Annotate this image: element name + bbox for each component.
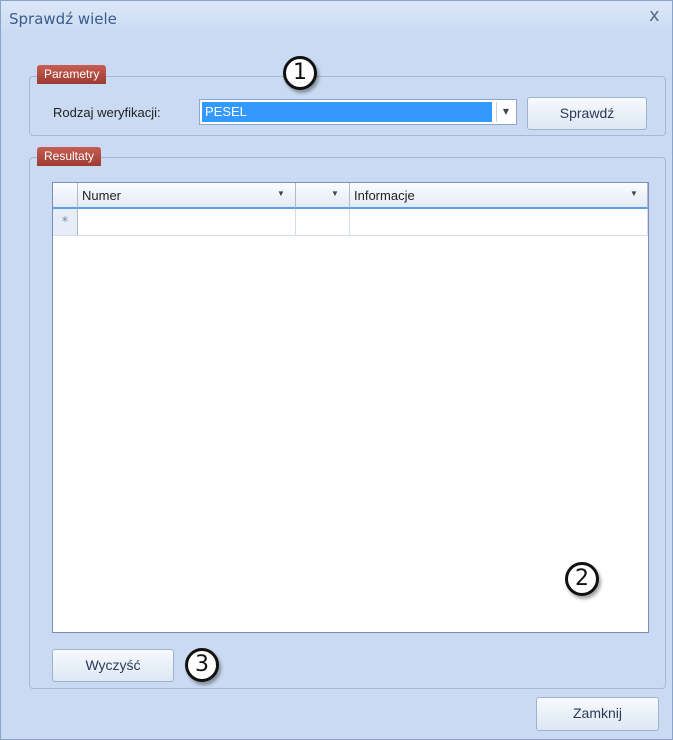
window-title: Sprawdź wiele xyxy=(9,10,117,28)
column-header-numer[interactable]: Numer ▼ xyxy=(78,183,296,209)
row-header-corner xyxy=(53,183,78,209)
callout-2: 2 xyxy=(565,562,599,596)
title-bar: Sprawdź wiele x xyxy=(1,1,672,35)
new-row-indicator[interactable]: * xyxy=(53,209,78,236)
verification-type-value: PESEL xyxy=(202,102,492,122)
chevron-down-icon[interactable]: ▼ xyxy=(630,189,638,198)
dialog-window: Sprawdź wiele x Parametry Rodzaj weryfik… xyxy=(0,0,673,740)
chevron-down-icon[interactable]: ▼ xyxy=(331,189,339,198)
table-cell[interactable] xyxy=(78,209,296,236)
column-header-label: Informacje xyxy=(354,188,415,203)
column-header-blank[interactable]: ▼ xyxy=(296,183,350,209)
table-cell[interactable] xyxy=(350,209,648,236)
callout-1: 1 xyxy=(283,56,317,90)
column-header-informacje[interactable]: Informacje ▼ xyxy=(350,183,648,209)
column-header-label: Numer xyxy=(82,188,122,203)
results-group-label: Resultaty xyxy=(37,147,102,166)
chevron-down-icon[interactable]: ▼ xyxy=(277,189,285,198)
results-grid[interactable]: Numer ▼ ▼ Informacje ▼ * xyxy=(52,182,649,633)
callout-3: 3 xyxy=(185,648,219,682)
parameters-group-label: Parametry xyxy=(37,65,107,84)
verification-type-label: Rodzaj weryfikacji: xyxy=(53,105,161,120)
chevron-down-icon[interactable]: ▼ xyxy=(496,102,515,122)
close-icon[interactable]: x xyxy=(649,5,660,26)
close-button[interactable]: Zamknij xyxy=(536,697,659,731)
check-button[interactable]: Sprawdź xyxy=(527,97,647,130)
verification-type-select[interactable]: PESEL ▼ xyxy=(199,99,517,125)
table-cell[interactable] xyxy=(296,209,350,236)
clear-button[interactable]: Wyczyść xyxy=(52,649,174,682)
